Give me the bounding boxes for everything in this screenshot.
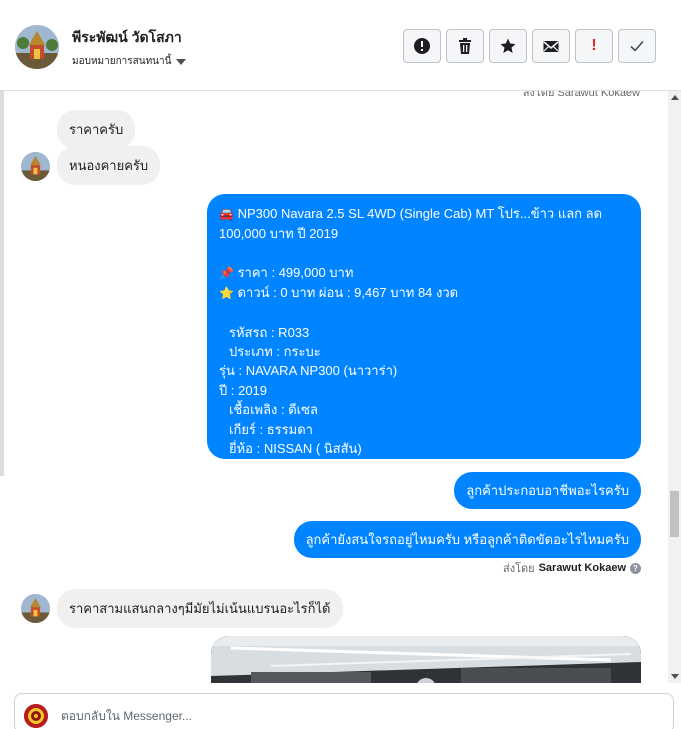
page-title: พีระพัฒน์ วัดโสภา [72,29,182,45]
mark-unread-button[interactable] [532,29,570,63]
car-icon: 🚘 [219,207,234,221]
assign-conversation-dropdown[interactable]: มอบหมายการสนทนานี้ [72,54,187,69]
exclamation-icon: ! [591,37,597,54]
listing-title-line: 🚘 NP300 Navara 2.5 SL 4WD (Single Cab) M… [219,206,603,221]
sent-by-label: ส่งโดย Sarawut Kokaew ? [503,559,641,577]
listing-code: รหัสรถ : R033 [229,324,310,340]
spam-button[interactable]: ! [575,29,613,63]
incoming-message: หนองคายครับ [57,146,161,185]
listing-year: ปี : 2019 [219,382,268,398]
listing-price: 📌 ราคา : 499,000 บาท [219,264,354,280]
thread-scrollbar[interactable] [668,91,681,683]
sent-by-label-partial: ส่งโดย Sarawut Kokaew [522,91,640,99]
listing-brand: ยี่ห้อ : NISSAN ( นิสสัน) [229,441,362,457]
outgoing-message: ลูกค้ายังสนใจรถอยู่ไหมครับ หรือลูกค้าติด… [293,521,641,558]
star-button[interactable] [489,29,527,63]
page-avatar [24,704,48,728]
listing-fuel: เชื้อเพลิง : ดีเซล [229,402,318,418]
conversation-header: พีระพัฒน์ วัดโสภา มอบหมายการสนทนานี้ ! [0,0,681,91]
reply-input[interactable] [61,704,641,728]
sender-name: Sarawut Kokaew [538,562,626,574]
mark-done-button[interactable] [618,29,656,63]
reply-composer [14,693,674,729]
alert-circle-icon [414,38,430,54]
outgoing-photo-attachment[interactable] [211,636,641,683]
outgoing-listing-message: 🚘 NP300 Navara 2.5 SL 4WD (Single Cab) M… [207,194,641,459]
envelope-icon [543,41,559,52]
action-toolbar: ! [403,29,656,63]
star-icon [500,38,516,53]
listing-gear: เกียร์ : ธรรมดา [229,421,313,437]
check-icon [630,40,644,52]
pushpin-icon: 📌 [219,265,234,280]
caret-down-icon [176,58,187,65]
assign-label: มอบหมายการสนทนานี้ [72,56,172,67]
delete-button[interactable] [446,29,484,63]
incoming-message: ราคาครับ [57,110,136,149]
sender-avatar [21,152,50,181]
incoming-message: ราคาสามแสนกลางๆมีมัยไม่เน้นแบรนอะไรก็ได้ [57,589,343,628]
scrollbar-thumb[interactable] [670,491,679,537]
listing-type: ประเภท : กระบะ [229,344,321,360]
help-icon[interactable]: ? [630,562,641,574]
message-thread: ส่งโดย Sarawut Kokaew ราคาครับ หนองคายคร… [0,91,668,683]
listing-model: รุ่น : NAVARA NP300 (นาวาร่า) [219,363,398,379]
listing-down-payment: ⭐ ดาวน์ : 0 บาท ผ่อน : 9,467 บาท 84 งวด [219,285,459,301]
profile-avatar[interactable] [15,25,59,69]
scroll-up-arrow-icon[interactable] [671,95,679,100]
sender-avatar [21,594,50,623]
scroll-down-arrow-icon[interactable] [671,674,679,679]
report-button[interactable] [403,29,441,63]
outgoing-message: ลูกค้าประกอบอาชีพอะไรครับ [454,472,641,509]
trash-icon [459,38,471,54]
star-emoji-icon: ⭐ [219,286,234,301]
listing-title-line: 100,000 บาท ปี 2019 [219,226,339,242]
